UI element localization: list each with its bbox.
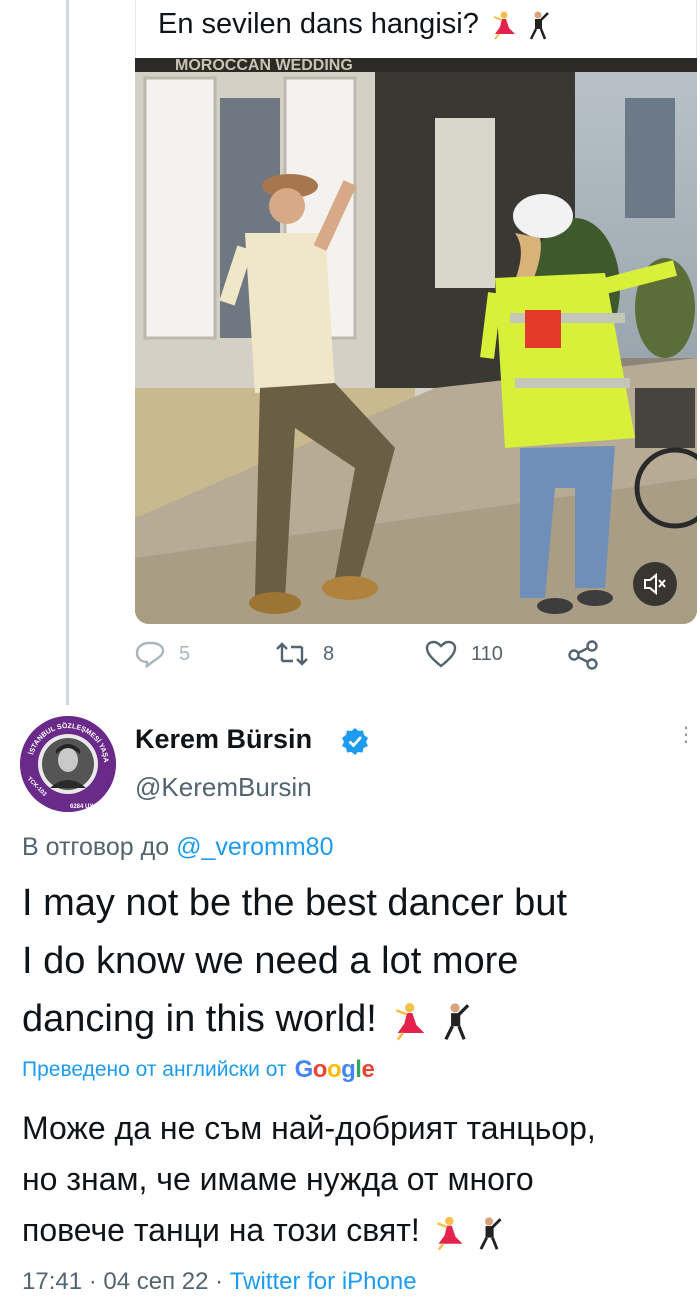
quoted-tweet-caption: En sevilen dans hangisi? [135, 0, 697, 58]
tweet-line: I do know we need a lot more [22, 940, 519, 982]
reply-icon [135, 641, 165, 668]
verified-badge-icon [342, 728, 368, 755]
translated-text: Може да не съм най-добрият танцьор, но з… [22, 1103, 692, 1256]
tweet-source-link[interactable]: Twitter for iPhone [230, 1268, 417, 1295]
heart-icon [425, 640, 457, 668]
dancer-woman-icon [493, 11, 515, 40]
tweet-meta: 17:41 · 04 сеп 22 · Twitter for iPhone [22, 1268, 417, 1295]
author-name[interactable]: Kerem Bürsin [135, 724, 312, 755]
svg-text:6284 UYGULA: 6284 UYGULA [70, 804, 111, 810]
translated-label: Преведено от английски от [22, 1058, 287, 1081]
translation-line: повече танци на този свят! [22, 1205, 692, 1256]
tweet-line: dancing in this world! [22, 990, 687, 1048]
translated-by-link[interactable]: Преведено от английски от Google [22, 1056, 375, 1084]
retweet-count: 8 [323, 642, 335, 665]
thread-line [66, 0, 69, 705]
reply-mention-link[interactable]: @_veromm80 [176, 833, 333, 861]
tweet-text: I may not be the best dancer but I do kn… [22, 874, 687, 1048]
dancer-woman-icon [436, 1216, 463, 1251]
dancer-woman-icon [396, 1002, 425, 1041]
author-handle[interactable]: @KeremBursin [135, 772, 312, 803]
more-options-icon[interactable]: ⋮ [676, 725, 696, 745]
tweet-time[interactable]: 17:41 [22, 1268, 82, 1295]
caption-text: En sevilen dans hangisi? [158, 8, 479, 40]
reply-to-line: В отговор до @_veromm80 [22, 833, 333, 862]
volume-mute-icon[interactable] [633, 562, 677, 606]
reply-count: 5 [179, 642, 191, 665]
share-button[interactable] [567, 640, 615, 670]
share-icon [568, 640, 598, 670]
tweet-action-bar: 5 8 110 [135, 640, 615, 680]
retweet-button[interactable]: 8 [275, 640, 334, 668]
video-overlay-text: MOROCCAN WEDDING [175, 58, 353, 74]
dancer-man-icon [444, 1003, 470, 1041]
dancer-man-icon [479, 1216, 502, 1250]
video-frame: MOROCCAN WEDDING [135, 58, 697, 624]
tweet-line: I may not be the best dancer but [22, 882, 568, 924]
retweet-icon [276, 642, 308, 666]
translation-line: Може да не съм най-добрият танцьор, [22, 1110, 596, 1146]
reply-button[interactable]: 5 [135, 640, 190, 668]
like-count: 110 [471, 642, 503, 665]
tweet-date[interactable]: 04 сеп 22 [103, 1268, 208, 1295]
avatar[interactable]: İSTANBUL SÖZLEŞMESİ YAŞATIR TCK-103 6284… [20, 716, 116, 812]
translation-line: но знам, че имаме нужда от много [22, 1161, 534, 1197]
video-player[interactable]: MOROCCAN WEDDING [135, 58, 697, 624]
google-logo: Google [294, 1056, 375, 1083]
like-button[interactable]: 110 [425, 640, 503, 668]
dancer-man-icon [529, 11, 549, 40]
reply-prefix: В отговор до [22, 833, 170, 861]
